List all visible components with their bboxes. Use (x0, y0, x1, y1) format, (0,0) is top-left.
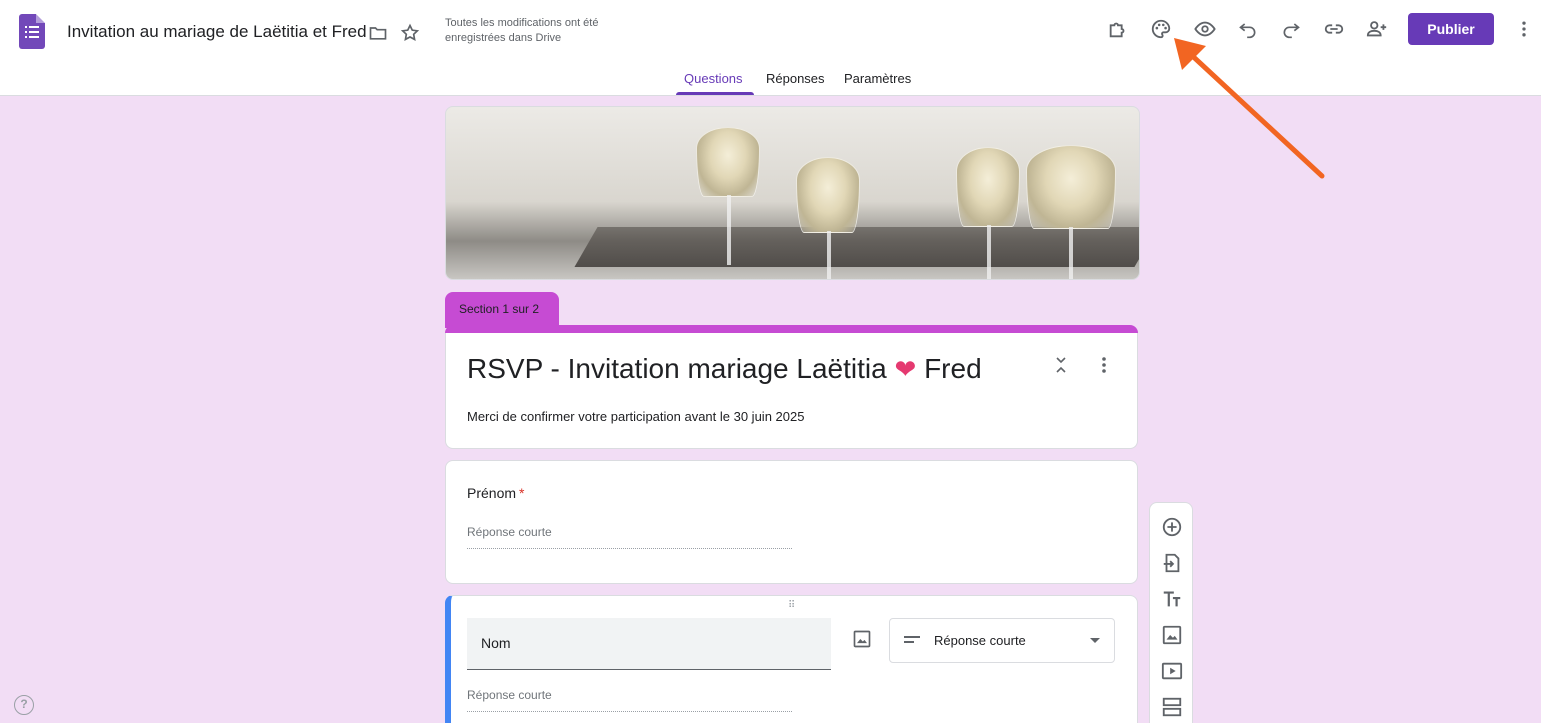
section-more-icon[interactable] (1096, 355, 1112, 377)
link-icon[interactable] (1322, 17, 1346, 41)
drag-handle-icon[interactable]: ⠿ (788, 600, 796, 611)
glass-stem (1069, 227, 1073, 279)
preview-eye-icon[interactable] (1193, 17, 1217, 41)
glass-shape (696, 127, 760, 197)
question-label: Prénom * (467, 485, 524, 501)
required-mark: * (519, 485, 525, 501)
glass-stem (987, 225, 991, 279)
question-card-prenom[interactable]: Prénom * Réponse courte (445, 460, 1138, 584)
addon-puzzle-icon[interactable] (1106, 17, 1130, 41)
tab-responses[interactable]: Réponses (766, 71, 825, 86)
folder-icon[interactable] (366, 21, 390, 45)
import-questions-icon[interactable] (1161, 552, 1183, 574)
form-title-end: Fred (924, 353, 982, 384)
glass-shape (956, 147, 1020, 227)
active-tab-indicator (676, 92, 754, 95)
add-video-icon[interactable] (1161, 660, 1183, 682)
add-collaborator-icon[interactable] (1365, 17, 1389, 41)
form-title[interactable]: RSVP - Invitation mariage Laëtitia ❤ Fre… (467, 353, 982, 385)
add-question-icon[interactable] (1161, 516, 1183, 538)
star-icon[interactable] (398, 21, 422, 45)
header-banner-image (445, 106, 1140, 280)
form-title-start: RSVP - Invitation mariage Laëtitia (467, 353, 887, 384)
tab-questions[interactable]: Questions (684, 71, 743, 86)
palette-icon[interactable] (1149, 17, 1173, 41)
glass-stem (827, 231, 831, 279)
forms-logo-icon[interactable] (19, 14, 45, 49)
heart-emoji: ❤ (894, 354, 917, 384)
add-section-icon[interactable] (1161, 696, 1183, 718)
question-title-input[interactable]: Nom (467, 618, 831, 670)
top-bar: Invitation au mariage de Laëtitia et Fre… (0, 0, 1541, 96)
section-indicator: Section 1 sur 2 (445, 292, 559, 328)
glass-shape (796, 157, 860, 233)
add-image-icon[interactable] (1161, 624, 1183, 646)
redo-icon[interactable] (1279, 17, 1303, 41)
glass-shape (1026, 145, 1116, 229)
question-type-label: Réponse courte (934, 633, 1026, 648)
dropdown-arrow-icon (1090, 638, 1100, 643)
short-answer-icon (904, 636, 920, 646)
document-title[interactable]: Invitation au mariage de Laëtitia et Fre… (67, 22, 367, 42)
short-answer-placeholder: Réponse courte (467, 525, 792, 549)
tab-bar: Questions Réponses Paramètres (0, 64, 1541, 96)
form-title-card[interactable]: RSVP - Invitation mariage Laëtitia ❤ Fre… (445, 333, 1138, 449)
tray-shape (574, 227, 1139, 267)
help-icon[interactable]: ? (14, 695, 34, 715)
form-description[interactable]: Merci de confirmer votre participation a… (467, 409, 804, 424)
question-type-select[interactable]: Réponse courte (889, 618, 1115, 663)
add-title-icon[interactable] (1161, 588, 1183, 610)
question-card-nom[interactable]: ⠿ Nom Réponse courte Réponse courte (445, 595, 1138, 723)
save-status: Toutes les modifications ont été enregis… (445, 17, 599, 44)
undo-icon[interactable] (1236, 17, 1260, 41)
tab-settings[interactable]: Paramètres (844, 71, 911, 86)
glass-stem (727, 195, 731, 265)
more-vert-icon[interactable] (1512, 17, 1536, 41)
floating-toolbar (1149, 502, 1193, 723)
question-title: Prénom (467, 485, 517, 501)
add-image-icon[interactable] (852, 629, 872, 649)
publish-button[interactable]: Publier (1408, 13, 1494, 45)
collapse-section-icon[interactable] (1050, 355, 1072, 377)
short-answer-placeholder: Réponse courte (467, 688, 792, 712)
